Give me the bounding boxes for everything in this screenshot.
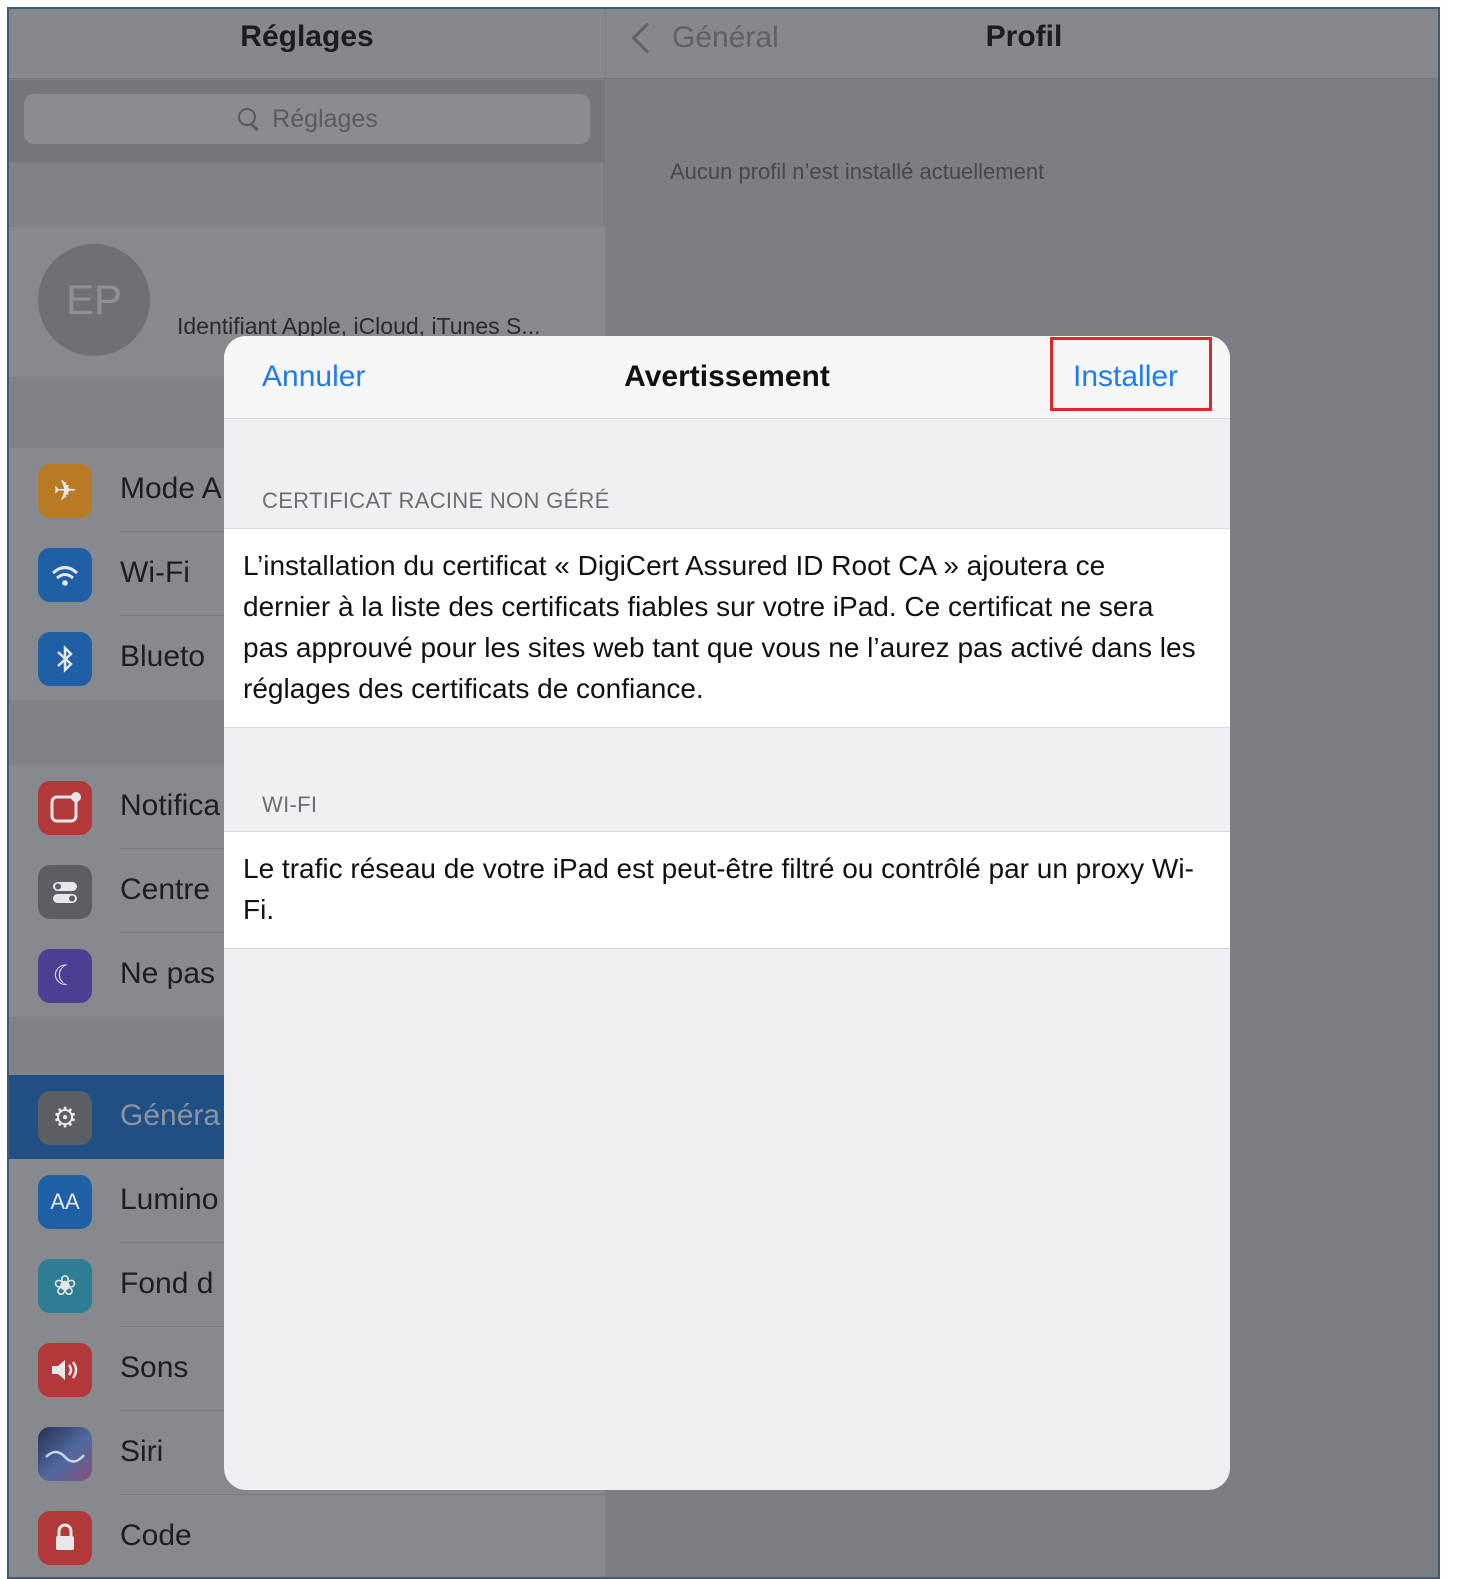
sidebar-item-label: Généra — [120, 1099, 221, 1132]
moon-icon: ☾ — [38, 949, 92, 1003]
sidebar-item-label: Fond d — [120, 1267, 214, 1300]
bluetooth-icon — [38, 632, 92, 686]
lock-icon — [38, 1511, 92, 1565]
search-placeholder: Réglages — [272, 104, 378, 133]
sidebar-nav-bar: Réglages — [9, 9, 605, 79]
display-brightness-icon: AA — [38, 1175, 92, 1229]
wifi-icon — [38, 548, 92, 602]
sidebar-item-label: Code — [120, 1519, 192, 1552]
sidebar-item-passcode[interactable]: Code — [9, 1495, 605, 1577]
detail-title-text: Profil — [985, 20, 1063, 53]
section-header-wifi: WI-FI — [262, 792, 318, 817]
root-certificate-warning-text: L’installation du certificat « DigiCert … — [224, 528, 1230, 728]
sheet-nav-bar: Annuler Avertissement Installer — [224, 336, 1230, 419]
airplane-icon: ✈ — [38, 464, 92, 518]
siri-icon — [38, 1427, 92, 1481]
detail-nav-bar: Général Profil — [606, 9, 1438, 79]
control-center-icon — [38, 865, 92, 919]
wifi-warning-text: Le trafic réseau de votre iPad est peut-… — [224, 831, 1230, 949]
sidebar-item-label: Siri — [120, 1435, 164, 1468]
warning-sheet: Annuler Avertissement Installer CERTIFIC… — [224, 336, 1230, 1490]
sidebar-item-label: Mode A — [120, 472, 222, 505]
search-field[interactable]: Réglages — [24, 94, 590, 144]
speaker-icon — [38, 1343, 92, 1397]
sidebar-search-area: Réglages — [9, 80, 605, 162]
avatar: EP — [38, 244, 150, 356]
notifications-icon — [38, 781, 92, 835]
search-icon — [236, 106, 262, 132]
sidebar-item-label: Notifica — [120, 789, 221, 822]
detail-title: Profil — [606, 20, 1438, 54]
sidebar-title: Réglages — [240, 20, 374, 53]
install-button[interactable]: Installer — [1073, 360, 1178, 394]
sidebar-item-label: Blueto — [120, 640, 206, 673]
sidebar-item-label: Sons — [120, 1351, 189, 1384]
sidebar-item-label: Lumino — [120, 1183, 219, 1216]
section-header-root-certificate: CERTIFICAT RACINE NON GÉRÉ — [262, 488, 610, 513]
sidebar-item-label: Ne pas — [120, 957, 216, 990]
sidebar-item-label: Centre — [120, 873, 211, 906]
sidebar-item-label: Wi-Fi — [120, 556, 190, 589]
no-profile-message: Aucun profil n’est installé actuellement — [670, 159, 1045, 184]
wallpaper-icon: ❀ — [38, 1259, 92, 1313]
ipad-screen: Réglages Réglages EP Identifiant Apple, … — [7, 7, 1440, 1579]
gear-icon: ⚙ — [38, 1091, 92, 1145]
